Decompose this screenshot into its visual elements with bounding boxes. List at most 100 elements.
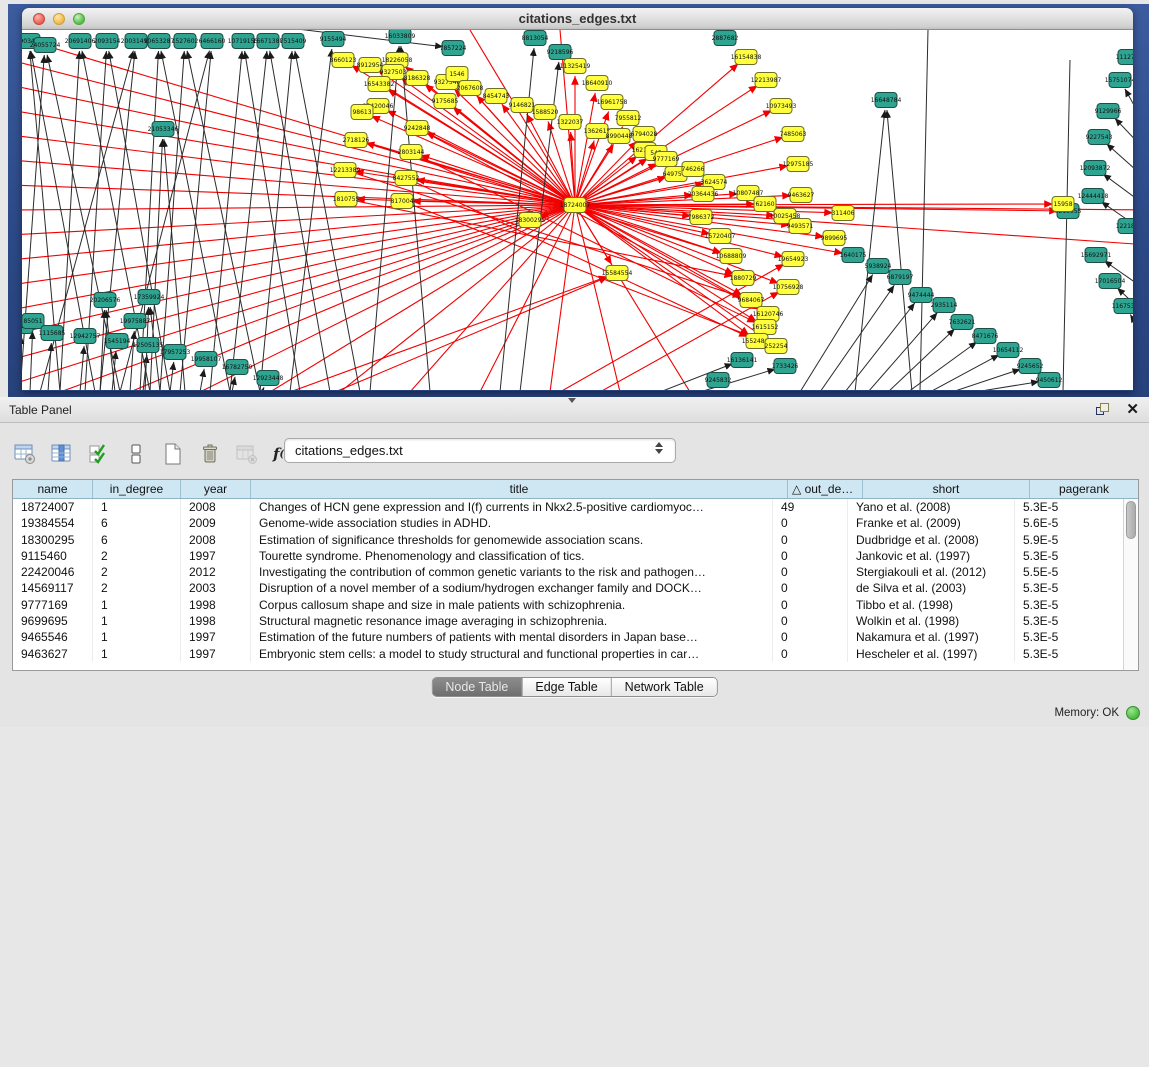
graph-node[interactable]: 15958 <box>1052 197 1074 212</box>
graph-node[interactable]: 2093154 <box>94 34 121 49</box>
tab-edge-table[interactable]: Edge Table <box>522 678 611 696</box>
graph-node[interactable]: 1545194 <box>104 334 131 349</box>
table-row[interactable]: 1456911722003Disruption of a novel membe… <box>13 580 1123 596</box>
column-header-out_de[interactable]: △ out_de… <box>788 480 863 498</box>
graph-node[interactable]: 1733426 <box>772 359 799 374</box>
graph-node[interactable]: 15692971 <box>1081 248 1112 263</box>
graph-node[interactable]: 19654923 <box>778 252 809 267</box>
graph-node[interactable]: 9493571 <box>787 219 814 234</box>
graph-node[interactable]: 1880729 <box>730 271 757 286</box>
graph-node[interactable]: 1221897 <box>1116 219 1133 234</box>
graph-node[interactable]: 8427552 <box>393 171 420 186</box>
graph-node[interactable]: 8186328 <box>404 71 431 86</box>
show-columns-icon[interactable] <box>47 439 77 469</box>
graph-node[interactable]: 9777169 <box>653 152 680 167</box>
graph-node[interactable]: 16782759 <box>222 360 253 375</box>
select-all-icon[interactable] <box>84 439 114 469</box>
graph-node[interactable]: 8660123 <box>330 53 357 68</box>
graph-node[interactable]: 16033809 <box>385 30 416 44</box>
graph-node[interactable]: 7986372 <box>688 210 715 225</box>
network-window-titlebar[interactable]: citations_edges.txt <box>22 8 1133 30</box>
graph-node[interactable]: 7955812 <box>615 111 642 126</box>
graph-node[interactable]: 1112748 <box>1116 50 1133 65</box>
column-header-pagerank[interactable]: pagerank <box>1030 480 1138 498</box>
graph-node[interactable]: 16961758 <box>597 95 628 110</box>
graph-node[interactable]: 17359924 <box>134 290 165 305</box>
graph-node[interactable]: 1640175 <box>840 248 867 263</box>
graph-node[interactable]: 11325419 <box>560 59 591 74</box>
graph-node[interactable]: 2067608 <box>457 81 484 96</box>
table-row[interactable]: 1830029562008Estimation of significance … <box>13 532 1123 548</box>
column-header-name[interactable]: name <box>13 480 93 498</box>
graph-node[interactable]: 24055724 <box>30 38 61 53</box>
graph-node[interactable]: 21053346 <box>148 122 179 137</box>
graph-node[interactable]: 1167534 <box>1112 299 1133 314</box>
graph-node[interactable]: 16543382 <box>364 77 395 92</box>
graph-node[interactable]: 9899695 <box>821 231 848 246</box>
graph-node[interactable]: 9175685 <box>432 94 459 109</box>
graph-node[interactable]: 16648784 <box>871 93 902 108</box>
graph-node[interactable]: 12213389 <box>330 163 361 178</box>
graph-node[interactable]: 9242848 <box>404 121 431 136</box>
graph-node[interactable]: 7485063 <box>780 127 807 142</box>
graph-node[interactable]: 10654112 <box>993 343 1024 358</box>
graph-node[interactable]: 20691406 <box>65 34 96 49</box>
graph-node[interactable]: 6794028 <box>631 127 658 142</box>
graph-node[interactable]: 1588520 <box>532 105 559 120</box>
graph-node[interactable]: 10653287 <box>144 34 175 49</box>
graph-node[interactable]: 10756928 <box>773 280 804 295</box>
table-row[interactable]: 946554611997Estimation of the future num… <box>13 629 1123 645</box>
vertical-scrollbar[interactable] <box>1123 499 1138 670</box>
tab-node-table[interactable]: Node Table <box>432 678 522 696</box>
table-row[interactable]: 1938455462009Genome-wide association stu… <box>13 515 1123 531</box>
splitter-grip-icon[interactable] <box>568 398 576 403</box>
graph-node[interactable]: 6466160 <box>199 34 226 49</box>
table-row[interactable]: 2242004622012Investigating the contribut… <box>13 564 1123 580</box>
graph-node[interactable]: 9245652 <box>1017 359 1044 374</box>
table-row[interactable]: 969969511998Structural magnetic resonanc… <box>13 613 1123 629</box>
graph-node[interactable]: 2718126 <box>343 133 370 148</box>
table-row[interactable]: 977716911998Corpus callosum shape and si… <box>13 597 1123 613</box>
table-row[interactable]: 946362711997Embryonic stem cells: a mode… <box>13 646 1123 662</box>
graph-node[interactable]: 9155494 <box>320 32 347 47</box>
graph-node[interactable]: 2887682 <box>712 31 739 46</box>
graph-node[interactable]: 311406 <box>832 206 855 221</box>
table-row[interactable]: 911546021997Tourette syndrome. Phenomeno… <box>13 548 1123 564</box>
network-view[interactable]: 1872400719034902405572420691406209315420… <box>22 30 1133 390</box>
graph-node[interactable]: 17016504 <box>1095 274 1126 289</box>
graph-node[interactable]: 19958107 <box>191 352 222 367</box>
network-canvas[interactable]: 1872400719034902405572420691406209315420… <box>22 30 1133 390</box>
graph-node[interactable]: 8813054 <box>522 31 549 46</box>
graph-node[interactable]: 9129966 <box>1095 104 1122 119</box>
graph-node[interactable]: 2803144 <box>398 145 425 160</box>
graph-node[interactable]: 18724007 <box>560 198 591 213</box>
table-row[interactable]: 1872400712008Changes of HCN gene express… <box>13 499 1123 515</box>
graph-node[interactable]: 9450612 <box>1036 373 1063 388</box>
graph-node[interactable]: 19975887 <box>120 314 151 329</box>
column-header-year[interactable]: year <box>181 480 251 498</box>
graph-node[interactable]: 16136141 <box>727 353 758 368</box>
graph-node[interactable]: 15751074 <box>1105 73 1133 88</box>
graph-node[interactable]: 1810755 <box>333 192 360 207</box>
column-header-short[interactable]: short <box>863 480 1030 498</box>
graph-node[interactable]: 62160 <box>754 197 776 212</box>
graph-node[interactable]: 1115685 <box>39 326 66 341</box>
graph-node[interactable]: 9245832 <box>705 373 732 388</box>
graph-node[interactable]: 15584554 <box>602 266 633 281</box>
graph-node[interactable]: 7515409 <box>280 34 307 49</box>
graph-node[interactable]: 98613 <box>351 105 373 120</box>
graph-node[interactable]: 16154838 <box>731 50 762 65</box>
memory-status-icon[interactable] <box>1126 706 1140 720</box>
graph-node[interactable]: 9474444 <box>908 288 935 303</box>
graph-node[interactable]: 18300295 <box>515 213 546 228</box>
network-window[interactable]: citations_edges.txt 18724007190349024055… <box>22 8 1133 391</box>
graph-node[interactable]: 20206576 <box>90 293 121 308</box>
delete-column-icon[interactable] <box>195 439 225 469</box>
graph-node[interactable]: 746266 <box>682 162 705 177</box>
float-panel-icon[interactable] <box>1095 402 1111 417</box>
graph-node[interactable]: 12975185 <box>783 157 814 172</box>
graph-node[interactable]: 10688809 <box>716 249 747 264</box>
graph-node[interactable]: 7857224 <box>440 41 467 56</box>
graph-node[interactable]: 817004 <box>391 194 414 209</box>
graph-node[interactable]: 12923448 <box>253 371 284 386</box>
